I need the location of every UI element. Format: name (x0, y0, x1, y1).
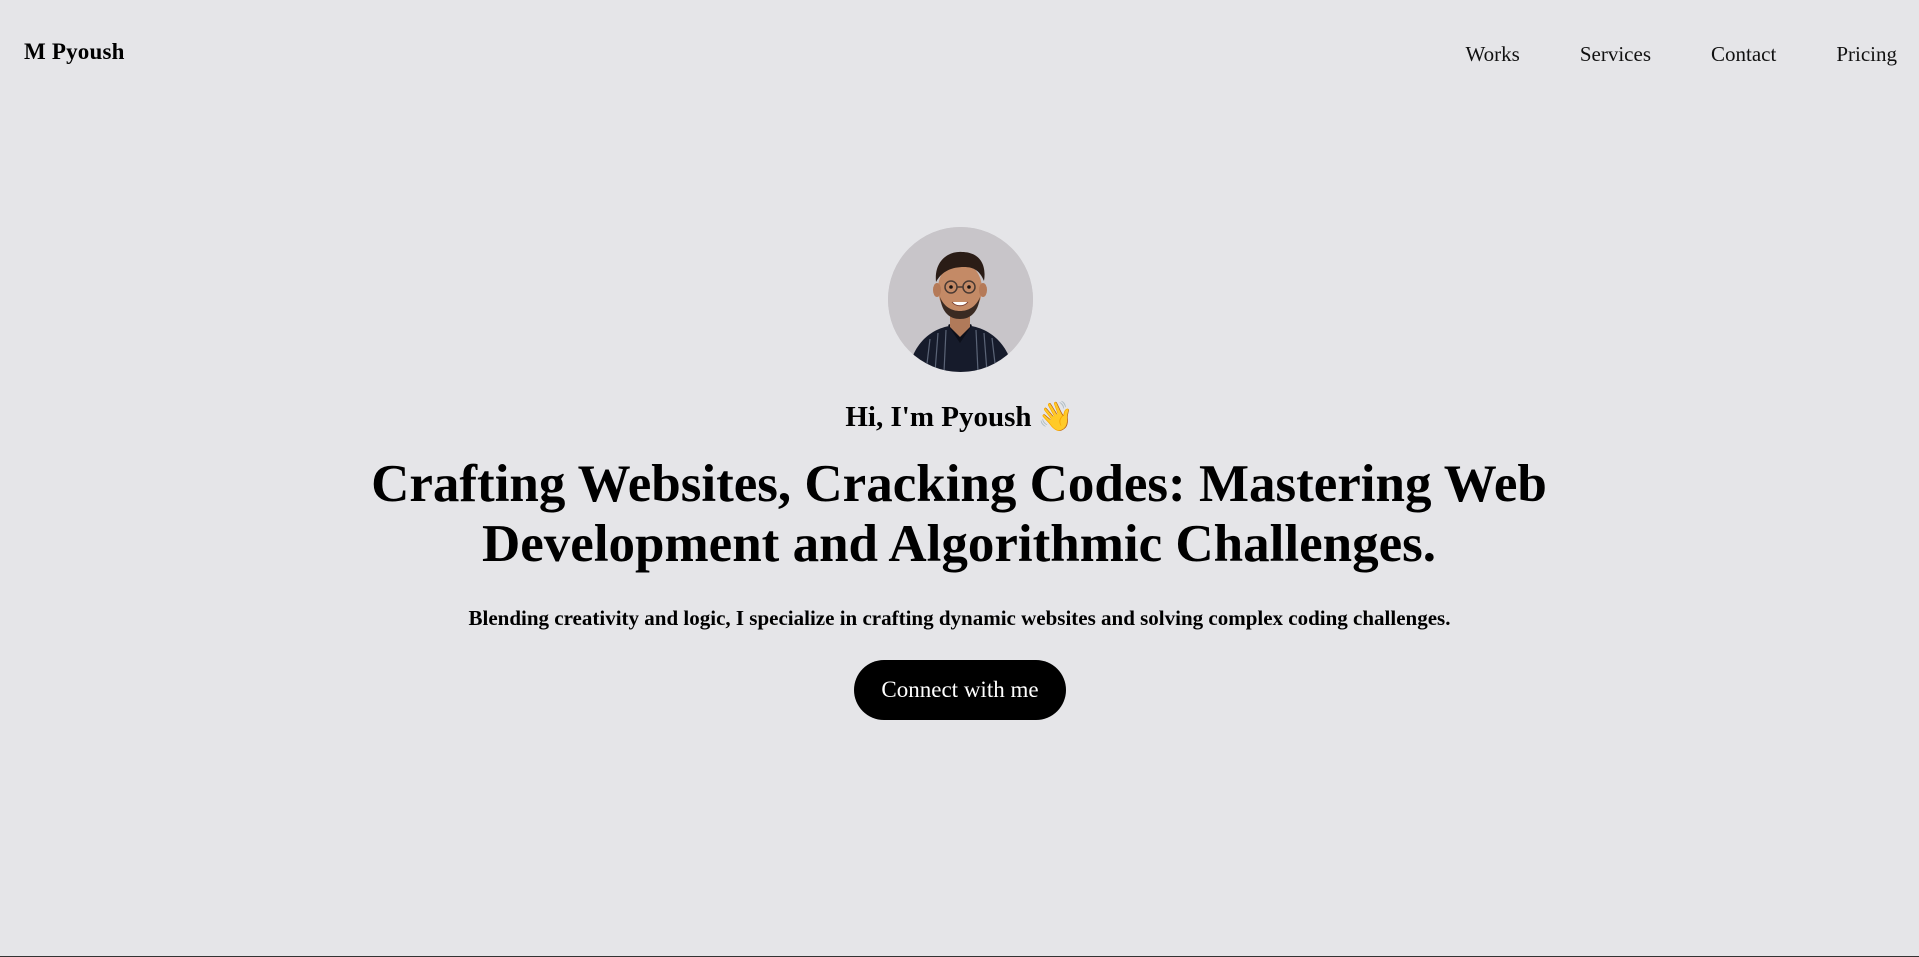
hero-headline: Crafting Websites, Cracking Codes: Maste… (371, 455, 1547, 573)
navbar: M Pyoush Works Services Contact Pricing (0, 0, 1919, 108)
greeting: Hi, I'm Pyoush 👋 (0, 396, 1919, 438)
nav-link-works[interactable]: Works (1466, 40, 1520, 68)
avatar (888, 227, 1033, 372)
waving-hand-icon: 👋 (1037, 401, 1074, 433)
nav-link-contact[interactable]: Contact (1711, 40, 1776, 68)
hero-subtext: Blending creativity and logic, I special… (468, 606, 1451, 630)
nav-link-pricing[interactable]: Pricing (1836, 40, 1897, 68)
nav-link-services[interactable]: Services (1580, 40, 1651, 68)
greeting-text: Hi, I'm Pyoush (845, 401, 1032, 433)
profile-photo (888, 227, 1033, 372)
connect-button[interactable]: Connect with me (854, 660, 1066, 720)
nav-links: Works Services Contact Pricing (1406, 40, 1897, 68)
brand-logo[interactable]: M Pyoush (24, 39, 125, 65)
